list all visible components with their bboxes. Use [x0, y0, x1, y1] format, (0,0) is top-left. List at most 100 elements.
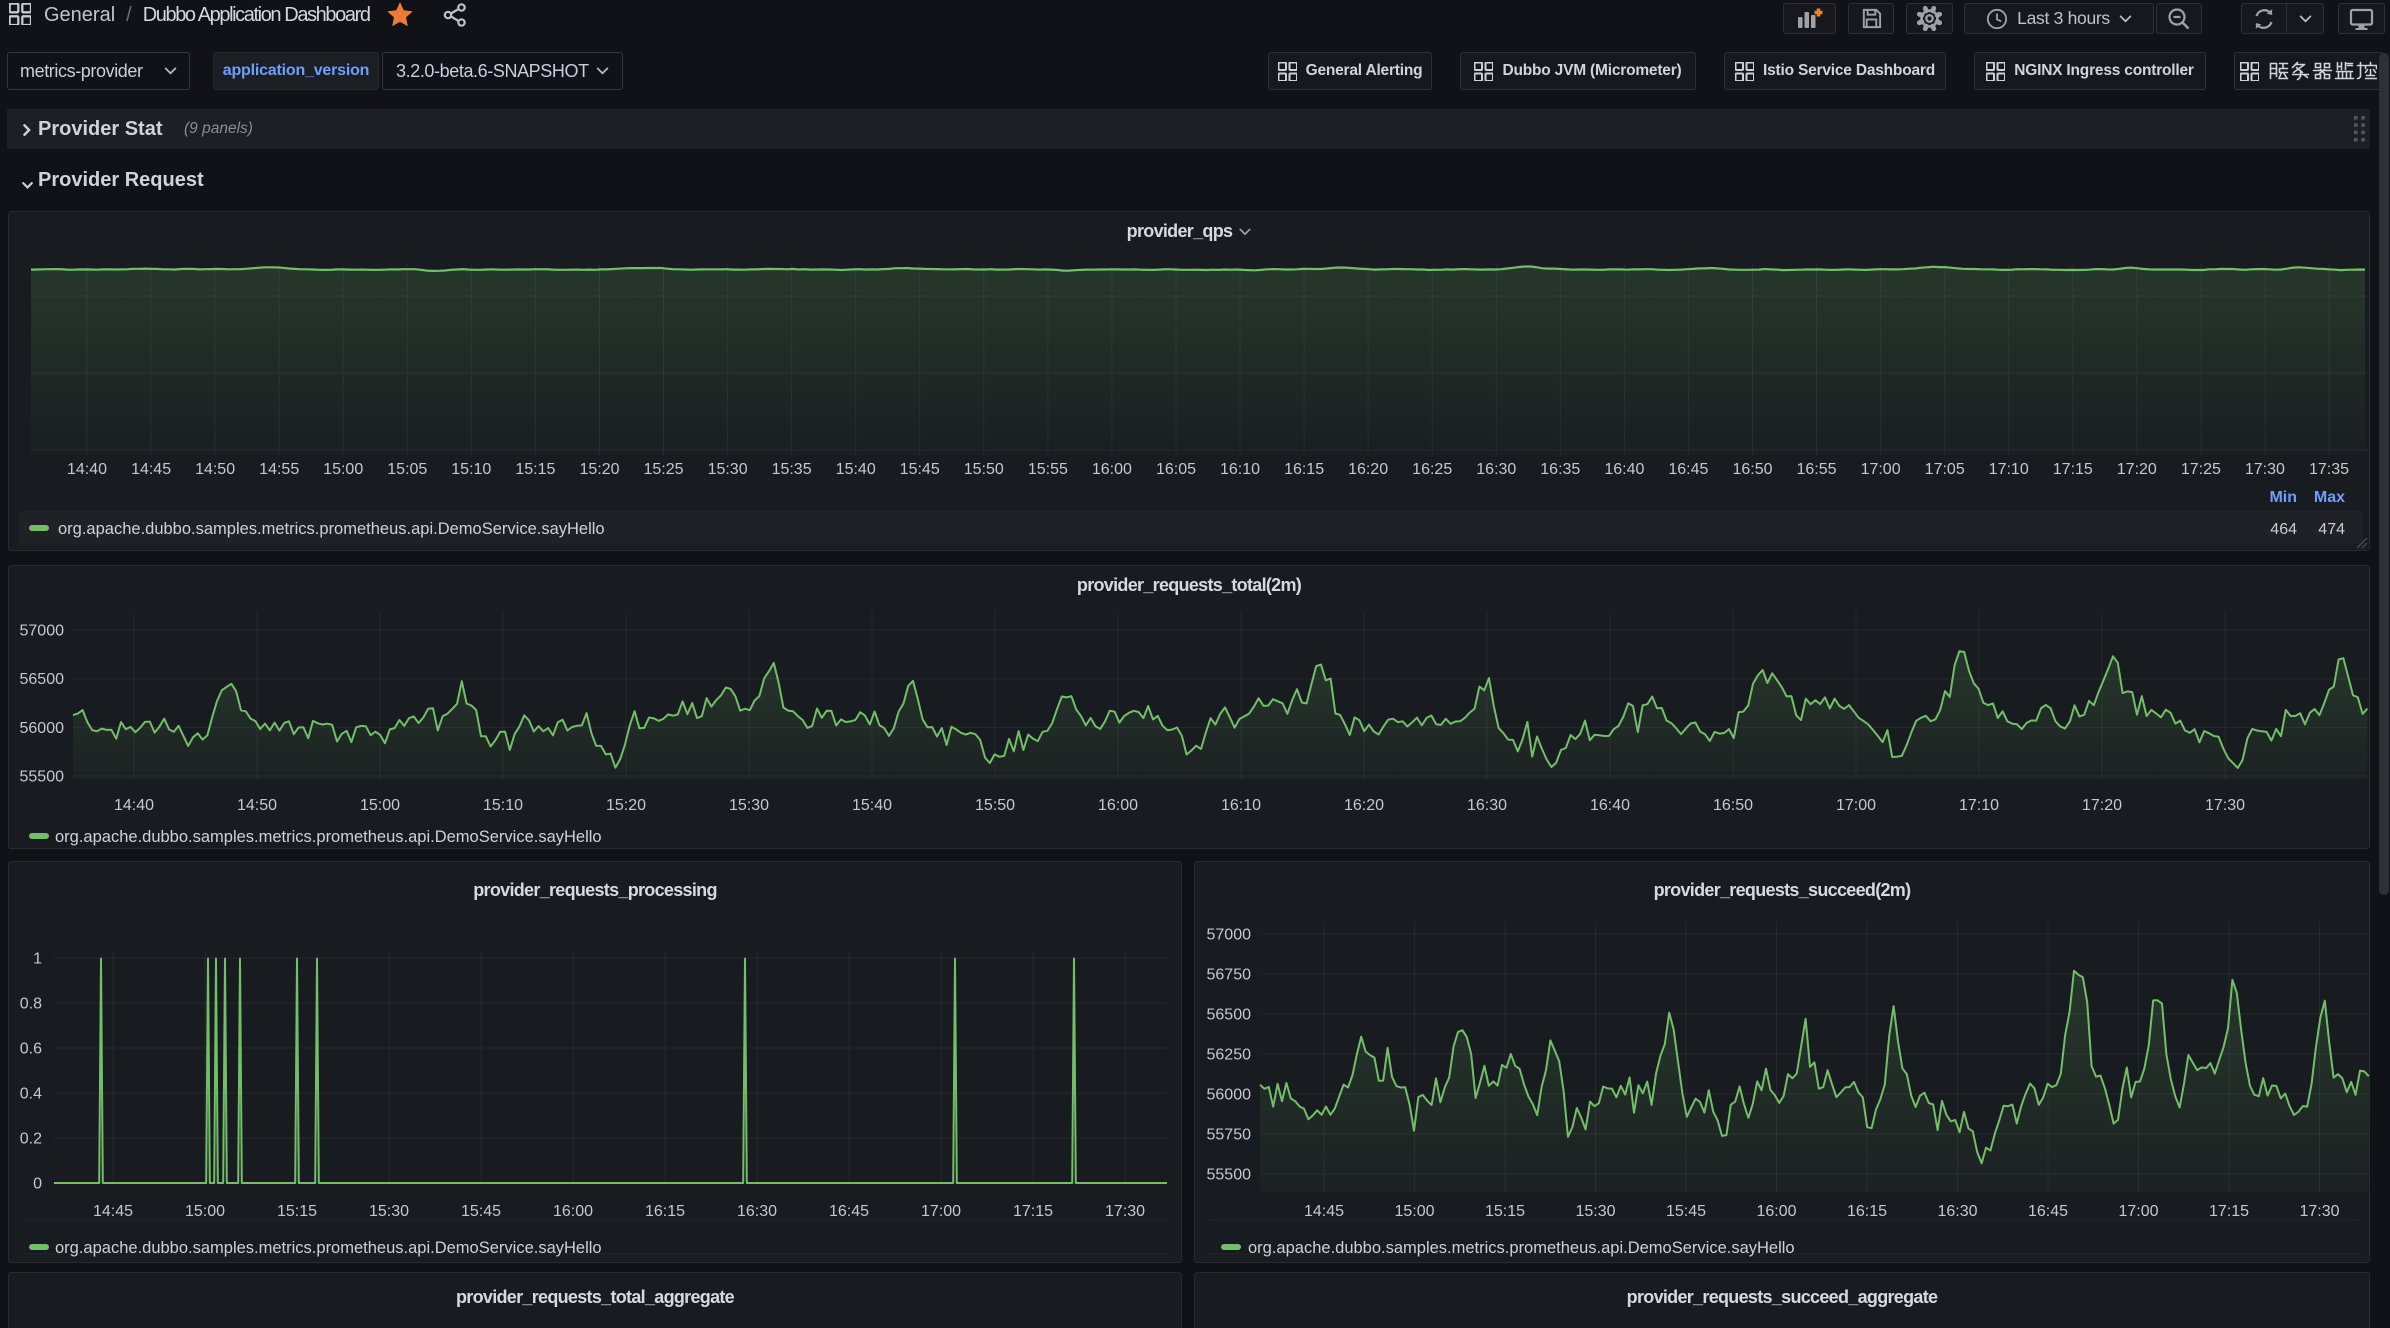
svg-text:0.2: 0.2 — [20, 1131, 42, 1148]
svg-text:16:15: 16:15 — [1847, 1203, 1887, 1220]
svg-text:15:55: 15:55 — [1028, 461, 1068, 478]
svg-text:14:40: 14:40 — [114, 797, 154, 814]
svg-text:1: 1 — [33, 951, 42, 968]
svg-text:15:10: 15:10 — [483, 797, 523, 814]
svg-text:Max: Max — [2314, 489, 2345, 506]
svg-text:15:00: 15:00 — [323, 461, 363, 478]
svg-text:17:05: 17:05 — [1925, 461, 1965, 478]
svg-text:15:00: 15:00 — [360, 797, 400, 814]
svg-text:17:10: 17:10 — [1959, 797, 1999, 814]
svg-text:0: 0 — [33, 1176, 42, 1193]
svg-text:55750: 55750 — [1207, 1127, 1252, 1144]
svg-text:16:00: 16:00 — [1092, 461, 1132, 478]
svg-text:16:15: 16:15 — [1284, 461, 1324, 478]
svg-text:15:30: 15:30 — [729, 797, 769, 814]
svg-text:org.apache.dubbo.samples.metri: org.apache.dubbo.samples.metrics.prometh… — [55, 1239, 602, 1257]
svg-text:14:40: 14:40 — [67, 461, 107, 478]
svg-text:15:05: 15:05 — [387, 461, 427, 478]
svg-text:17:15: 17:15 — [1013, 1203, 1053, 1220]
svg-text:16:55: 16:55 — [1796, 461, 1836, 478]
svg-text:15:40: 15:40 — [852, 797, 892, 814]
svg-text:15:35: 15:35 — [772, 461, 812, 478]
svg-text:17:10: 17:10 — [1989, 461, 2029, 478]
svg-text:15:50: 15:50 — [975, 797, 1015, 814]
svg-text:16:30: 16:30 — [737, 1203, 777, 1220]
svg-text:17:30: 17:30 — [2245, 461, 2285, 478]
svg-text:15:30: 15:30 — [369, 1203, 409, 1220]
svg-text:16:45: 16:45 — [1668, 461, 1708, 478]
svg-text:16:25: 16:25 — [1412, 461, 1452, 478]
svg-text:16:20: 16:20 — [1344, 797, 1384, 814]
svg-text:0.4: 0.4 — [20, 1086, 42, 1103]
svg-text:16:00: 16:00 — [553, 1203, 593, 1220]
svg-text:56000: 56000 — [20, 720, 65, 737]
svg-text:15:40: 15:40 — [836, 461, 876, 478]
svg-text:17:00: 17:00 — [1836, 797, 1876, 814]
svg-text:org.apache.dubbo.samples.metri: org.apache.dubbo.samples.metrics.prometh… — [58, 520, 605, 538]
svg-text:17:00: 17:00 — [921, 1203, 961, 1220]
svg-text:org.apache.dubbo.samples.metri: org.apache.dubbo.samples.metrics.prometh… — [55, 828, 602, 846]
svg-text:17:00: 17:00 — [1861, 461, 1901, 478]
svg-text:16:40: 16:40 — [1590, 797, 1630, 814]
svg-text:15:15: 15:15 — [277, 1203, 317, 1220]
svg-text:16:15: 16:15 — [645, 1203, 685, 1220]
svg-text:16:40: 16:40 — [1604, 461, 1644, 478]
svg-text:14:45: 14:45 — [93, 1203, 133, 1220]
svg-text:57000: 57000 — [20, 623, 65, 640]
svg-text:16:50: 16:50 — [1732, 461, 1772, 478]
svg-text:474: 474 — [2318, 521, 2345, 538]
svg-text:17:20: 17:20 — [2082, 797, 2122, 814]
svg-text:56750: 56750 — [1207, 967, 1252, 984]
svg-text:14:50: 14:50 — [237, 797, 277, 814]
svg-text:16:45: 16:45 — [2028, 1203, 2068, 1220]
svg-text:16:30: 16:30 — [1476, 461, 1516, 478]
svg-text:17:15: 17:15 — [2053, 461, 2093, 478]
svg-text:16:10: 16:10 — [1221, 797, 1261, 814]
svg-text:16:00: 16:00 — [1756, 1203, 1796, 1220]
svg-text:16:05: 16:05 — [1156, 461, 1196, 478]
svg-text:16:30: 16:30 — [1937, 1203, 1977, 1220]
svg-text:15:00: 15:00 — [185, 1203, 225, 1220]
svg-text:16:20: 16:20 — [1348, 461, 1388, 478]
svg-text:15:10: 15:10 — [451, 461, 491, 478]
svg-text:15:30: 15:30 — [708, 461, 748, 478]
svg-text:17:00: 17:00 — [2118, 1203, 2158, 1220]
svg-text:16:10: 16:10 — [1220, 461, 1260, 478]
svg-text:14:55: 14:55 — [259, 461, 299, 478]
svg-text:14:45: 14:45 — [131, 461, 171, 478]
svg-text:15:45: 15:45 — [461, 1203, 501, 1220]
svg-text:0.6: 0.6 — [20, 1041, 42, 1058]
svg-text:17:30: 17:30 — [1105, 1203, 1145, 1220]
svg-text:55500: 55500 — [20, 769, 65, 786]
svg-text:Min: Min — [2269, 489, 2297, 506]
svg-text:17:20: 17:20 — [2117, 461, 2157, 478]
svg-text:57000: 57000 — [1207, 927, 1252, 944]
svg-text:17:15: 17:15 — [2209, 1203, 2249, 1220]
svg-text:17:30: 17:30 — [2205, 797, 2245, 814]
svg-text:56000: 56000 — [1207, 1087, 1252, 1104]
svg-text:15:20: 15:20 — [606, 797, 646, 814]
svg-text:org.apache.dubbo.samples.metri: org.apache.dubbo.samples.metrics.prometh… — [1248, 1239, 1795, 1257]
svg-text:16:45: 16:45 — [829, 1203, 869, 1220]
svg-text:15:00: 15:00 — [1394, 1203, 1434, 1220]
svg-text:15:50: 15:50 — [964, 461, 1004, 478]
svg-text:16:00: 16:00 — [1098, 797, 1138, 814]
svg-text:16:35: 16:35 — [1540, 461, 1580, 478]
svg-text:56250: 56250 — [1207, 1047, 1252, 1064]
svg-text:55500: 55500 — [1207, 1167, 1252, 1184]
svg-text:17:35: 17:35 — [2309, 461, 2349, 478]
svg-text:15:30: 15:30 — [1575, 1203, 1615, 1220]
svg-text:16:30: 16:30 — [1467, 797, 1507, 814]
svg-text:56500: 56500 — [1207, 1007, 1252, 1024]
svg-text:14:50: 14:50 — [195, 461, 235, 478]
svg-text:15:15: 15:15 — [1485, 1203, 1525, 1220]
svg-text:15:45: 15:45 — [1666, 1203, 1706, 1220]
svg-text:15:25: 15:25 — [643, 461, 683, 478]
svg-text:14:45: 14:45 — [1304, 1203, 1344, 1220]
svg-text:464: 464 — [2270, 521, 2297, 538]
svg-text:15:20: 15:20 — [579, 461, 619, 478]
svg-text:56500: 56500 — [20, 671, 65, 688]
svg-text:16:50: 16:50 — [1713, 797, 1753, 814]
svg-text:15:45: 15:45 — [900, 461, 940, 478]
svg-text:15:15: 15:15 — [515, 461, 555, 478]
